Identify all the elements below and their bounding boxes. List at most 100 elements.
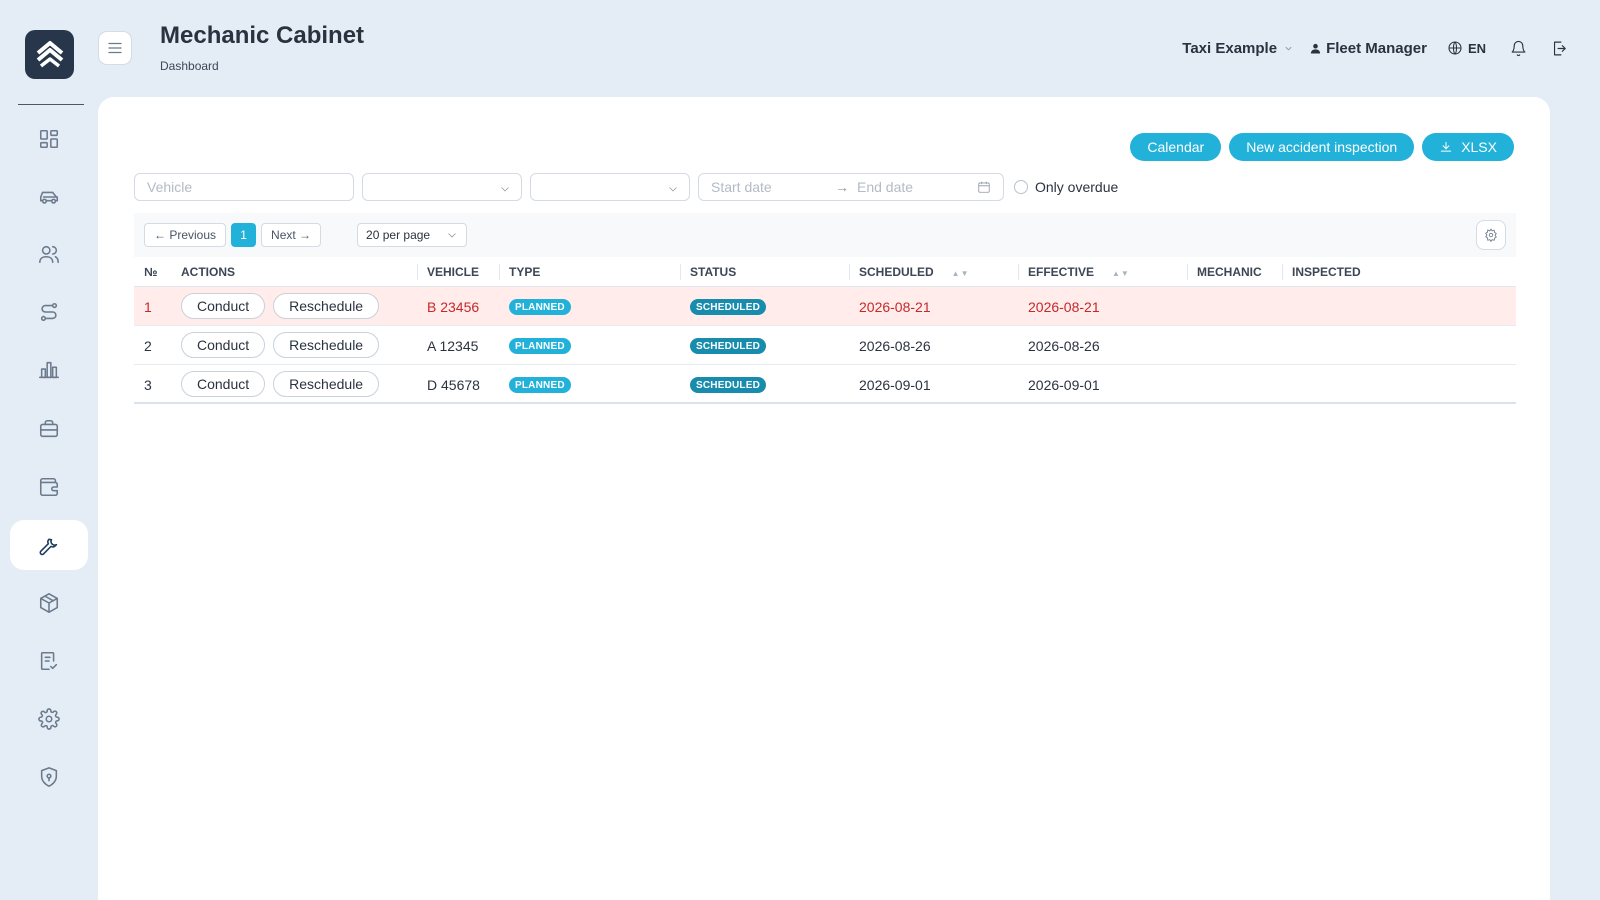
- car-icon: [39, 191, 59, 204]
- table-toolbar: ← Previous 1 Next → 20 per page: [134, 213, 1516, 257]
- logout-button[interactable]: [1551, 40, 1568, 57]
- type-filter-select[interactable]: [362, 173, 522, 201]
- scheduled-date-cell: 2026-09-01: [859, 377, 931, 393]
- menu-toggle-button[interactable]: [98, 31, 132, 65]
- reschedule-button[interactable]: Reschedule: [273, 371, 380, 397]
- scheduled-date-cell: 2026-08-21: [859, 299, 931, 315]
- column-header-scheduled-label: Scheduled: [859, 265, 934, 279]
- user-name: Fleet Manager: [1326, 39, 1427, 57]
- reschedule-button[interactable]: Reschedule: [273, 293, 380, 319]
- column-separator: [1282, 264, 1283, 280]
- filters-bar: Start date → End date Only overdue: [134, 173, 1118, 201]
- breadcrumb[interactable]: Dashboard: [160, 59, 219, 73]
- column-header-vehicle: Vehicle: [427, 265, 480, 279]
- sidebar-item-wallet[interactable]: [10, 462, 88, 512]
- status-badge: SCHEDULED: [690, 377, 767, 393]
- column-header-effective-label: Effective: [1028, 265, 1095, 279]
- status-badge: SCHEDULED: [690, 299, 767, 315]
- header-actions: Taxi Example Fleet Manager EN: [1182, 36, 1568, 60]
- status-filter-select[interactable]: [530, 173, 690, 201]
- conduct-button[interactable]: Conduct: [181, 332, 266, 358]
- column-separator: [499, 264, 500, 280]
- only-overdue-label: Only overdue: [1035, 179, 1119, 195]
- current-page-button[interactable]: 1: [231, 223, 257, 247]
- page-title: Mechanic Cabinet: [160, 22, 365, 49]
- column-separator: [1187, 264, 1188, 280]
- box-icon: [39, 593, 59, 613]
- scheduled-date-cell: 2026-08-26: [859, 338, 931, 354]
- column-separator: [849, 264, 850, 280]
- dashboard-icon: [39, 129, 59, 149]
- sidebar-item-mechanic[interactable]: [10, 520, 88, 570]
- row-number: 1: [144, 299, 152, 315]
- wrench-icon: [39, 538, 58, 556]
- sidebar-item-checklist[interactable]: [10, 636, 88, 686]
- column-header-effective[interactable]: Effective ▲▼: [1028, 265, 1130, 279]
- only-overdue-radio[interactable]: [1014, 180, 1028, 194]
- main-card: Calendar New accident inspection XLSX St…: [98, 97, 1550, 900]
- type-badge: PLANNED: [509, 338, 571, 354]
- calendar-button[interactable]: Calendar: [1130, 133, 1222, 161]
- next-page-button[interactable]: Next →: [261, 223, 322, 247]
- language-switcher[interactable]: EN: [1447, 40, 1486, 56]
- sidebar-item-drivers[interactable]: [10, 229, 88, 279]
- sidebar-item-inventory[interactable]: [10, 578, 88, 628]
- vehicle-cell[interactable]: D 45678: [427, 377, 480, 393]
- reschedule-button[interactable]: Reschedule: [273, 332, 380, 358]
- type-badge: PLANNED: [509, 377, 571, 393]
- calendar-icon: [978, 181, 990, 193]
- new-accident-inspection-button[interactable]: New accident inspection: [1229, 133, 1415, 161]
- table-header: № Actions Vehicle Type Status Scheduled ▲…: [134, 257, 1516, 287]
- conduct-button[interactable]: Conduct: [181, 293, 266, 319]
- company-switcher[interactable]: Taxi Example: [1182, 40, 1294, 57]
- sidebar-item-dashboard[interactable]: [10, 114, 88, 164]
- column-header-actions: Actions: [181, 265, 235, 279]
- notifications-button[interactable]: [1510, 40, 1527, 57]
- table-settings-button[interactable]: [1476, 220, 1506, 250]
- column-header-inspected: Inspected: [1292, 265, 1361, 279]
- export-xlsx-button[interactable]: XLSX: [1422, 133, 1514, 161]
- sidebar-item-business[interactable]: [10, 404, 88, 454]
- date-range-picker[interactable]: Start date → End date: [698, 173, 1004, 201]
- only-overdue-toggle[interactable]: Only overdue: [1014, 179, 1118, 195]
- vehicle-search-input[interactable]: [134, 173, 354, 201]
- column-separator: [1018, 264, 1019, 280]
- row-actions: Conduct Reschedule: [181, 293, 380, 319]
- conduct-button[interactable]: Conduct: [181, 371, 266, 397]
- end-date-placeholder[interactable]: End date: [857, 179, 977, 195]
- vehicle-cell[interactable]: A 12345: [427, 338, 478, 354]
- column-header-status: Status: [690, 265, 737, 279]
- sidebar-item-routes[interactable]: [10, 287, 88, 337]
- chevron-down-icon: [667, 182, 679, 200]
- gear-icon: [38, 708, 60, 730]
- app-logo[interactable]: [25, 30, 74, 79]
- sidebar-item-vehicles[interactable]: [10, 172, 88, 222]
- table-row: 3 Conduct Reschedule D 45678 PLANNED SCH…: [134, 365, 1516, 404]
- table-row: 1 Conduct Reschedule B 23456 PLANNED SCH…: [134, 287, 1516, 326]
- export-label: XLSX: [1461, 139, 1497, 155]
- sidebar-item-security[interactable]: [10, 752, 88, 802]
- company-name: Taxi Example: [1182, 39, 1278, 57]
- shield-icon: [40, 767, 58, 787]
- sort-icon[interactable]: ▲▼: [952, 269, 970, 278]
- date-range-arrow: →: [835, 179, 849, 195]
- sidebar-item-settings[interactable]: [10, 694, 88, 744]
- effective-date-cell: 2026-08-26: [1028, 338, 1100, 354]
- vehicle-cell[interactable]: B 23456: [427, 299, 479, 315]
- per-page-select[interactable]: 20 per page: [357, 223, 468, 247]
- user-icon: [1310, 43, 1321, 54]
- previous-page-button[interactable]: ← Previous: [144, 223, 227, 247]
- logo-chevrons-icon: [36, 40, 63, 67]
- start-date-placeholder[interactable]: Start date: [711, 179, 835, 195]
- sort-icon[interactable]: ▲▼: [1112, 269, 1130, 278]
- hamburger-icon: [108, 42, 122, 54]
- clipboard-check-icon: [40, 651, 58, 671]
- sidebar-divider: [18, 104, 84, 105]
- column-header-scheduled[interactable]: Scheduled ▲▼: [859, 265, 970, 279]
- column-separator: [417, 264, 418, 280]
- per-page-value: 20 per page: [366, 228, 431, 242]
- row-number: 3: [144, 377, 152, 393]
- sidebar-item-reports[interactable]: [10, 345, 88, 395]
- column-header-no: №: [144, 265, 158, 279]
- user-menu[interactable]: Fleet Manager: [1310, 40, 1427, 57]
